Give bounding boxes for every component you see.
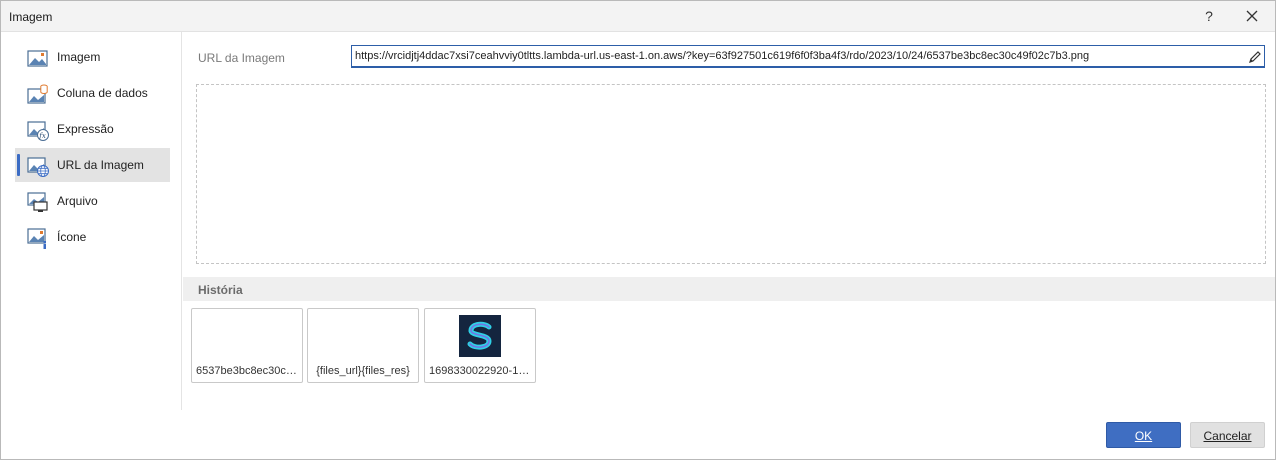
history-item[interactable]: 1698330022920-1.png xyxy=(424,308,536,383)
history-item[interactable]: 6537be3bc8ec30c49f02c7b3.png xyxy=(191,308,303,383)
url-label: URL da Imagem xyxy=(198,51,285,65)
history-header: História xyxy=(183,277,1275,301)
sidebar-item-file[interactable]: Arquivo xyxy=(15,184,170,218)
sidebar-item-icon[interactable]: Ícone xyxy=(15,220,170,254)
ok-button[interactable]: OK xyxy=(1106,422,1181,448)
history-title: História xyxy=(198,283,243,297)
sidebar-item-image-url[interactable]: URL da Imagem xyxy=(15,148,170,182)
image-preview-area xyxy=(196,84,1266,264)
close-button[interactable] xyxy=(1239,3,1265,29)
svg-text:fx: fx xyxy=(38,132,46,140)
sidebar-item-label: URL da Imagem xyxy=(57,158,144,172)
sidebar-item-data-column[interactable]: Coluna de dados xyxy=(15,76,170,110)
history-item-caption: {files_url}{files_res} xyxy=(316,365,410,377)
image-url-icon xyxy=(27,157,49,177)
pencil-icon xyxy=(1249,51,1261,63)
image-icon xyxy=(27,50,48,67)
sidebar-item-label: Expressão xyxy=(57,122,114,136)
dialog-title: Imagem xyxy=(9,10,53,24)
sidebar-item-label: Arquivo xyxy=(57,194,98,208)
title-bar: Imagem ? xyxy=(1,1,1275,32)
sidebar-item-label: Coluna de dados xyxy=(57,86,148,100)
url-input[interactable] xyxy=(351,45,1265,68)
history-item[interactable]: {files_url}{files_res} xyxy=(307,308,419,383)
file-icon xyxy=(27,192,48,212)
sidebar: Imagem Coluna de dados fx Expressão URL … xyxy=(1,32,182,410)
history-item-caption: 1698330022920-1.png xyxy=(429,365,531,377)
close-icon xyxy=(1246,10,1258,22)
dialog-footer: OK Cancelar xyxy=(1,410,1275,460)
edit-button[interactable] xyxy=(1247,49,1263,65)
data-column-icon xyxy=(27,84,48,104)
sidebar-item-image[interactable]: Imagem xyxy=(15,40,170,74)
sidebar-item-label: Imagem xyxy=(57,50,101,64)
help-button[interactable]: ? xyxy=(1196,3,1222,29)
sidebar-item-expression[interactable]: fx Expressão xyxy=(15,112,170,146)
sidebar-item-label: Ícone xyxy=(57,230,87,244)
ok-button-label: OK xyxy=(1134,429,1153,443)
history-item-caption: 6537be3bc8ec30c49f02c7b3.png xyxy=(196,365,298,377)
expression-icon: fx xyxy=(27,121,49,141)
image-dialog: Imagem ? Imagem Coluna de dados fx Expre… xyxy=(0,0,1276,460)
app-logo-thumbnail xyxy=(459,315,501,357)
cancel-button[interactable]: Cancelar xyxy=(1190,422,1265,448)
icon-icon xyxy=(27,228,46,249)
cancel-button-label: Cancelar xyxy=(1203,429,1252,443)
main-panel: URL da Imagem História 6537be3bc8ec30c49… xyxy=(183,32,1275,410)
